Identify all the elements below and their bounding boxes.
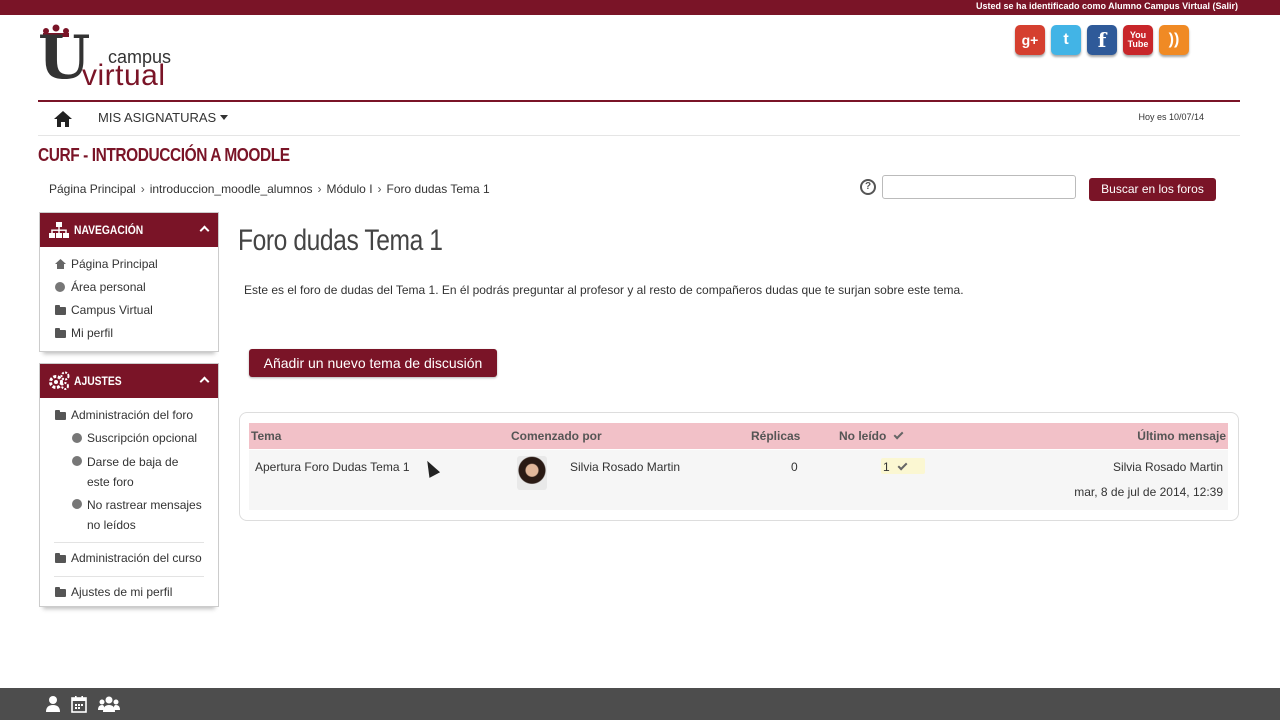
settings-item-label: Administración del curso bbox=[71, 551, 202, 565]
footer-bar bbox=[0, 688, 1280, 720]
settings-item-label: Darse de baja de este foro bbox=[87, 455, 179, 489]
youtube-icon-text-2: Tube bbox=[1127, 39, 1149, 49]
header-unread[interactable]: No leído bbox=[839, 429, 904, 443]
site-logo[interactable]: U campus virtual bbox=[38, 24, 198, 94]
bullet-icon bbox=[72, 499, 82, 509]
folder-icon bbox=[55, 587, 66, 597]
add-discussion-button[interactable]: Añadir un nuevo tema de discusión bbox=[249, 349, 497, 377]
login-info[interactable]: Usted se ha identificado como Alumno Cam… bbox=[976, 1, 1238, 11]
last-post-date[interactable]: mar, 8 de jul de 2014, 12:39 bbox=[1074, 485, 1223, 499]
settings-optional-subscription[interactable]: Suscripción opcional bbox=[54, 429, 204, 452]
settings-divider bbox=[54, 542, 204, 543]
folder-open-icon bbox=[55, 410, 66, 420]
settings-block-header[interactable]: AJUSTES bbox=[40, 364, 218, 398]
settings-item-label: No rastrear mensajes no leídos bbox=[87, 498, 202, 532]
chevron-up-icon[interactable] bbox=[199, 225, 210, 236]
header-topic[interactable]: Tema bbox=[251, 429, 281, 443]
navigation-block-title: NAVEGACIÓN bbox=[74, 223, 144, 237]
sitemap-icon bbox=[49, 222, 69, 238]
header-last-post[interactable]: Último mensaje bbox=[1137, 429, 1226, 443]
settings-profile[interactable]: Ajustes de mi perfil bbox=[54, 583, 204, 606]
avatar[interactable] bbox=[517, 456, 547, 490]
breadcrumb-course[interactable]: introduccion_moodle_alumnos bbox=[150, 182, 313, 196]
my-courses-menu[interactable]: MIS ASIGNATURAS bbox=[98, 110, 229, 125]
folder-icon bbox=[55, 305, 66, 315]
today-date: Hoy es 10/07/14 bbox=[1138, 112, 1204, 122]
group-icon[interactable] bbox=[98, 695, 120, 713]
settings-unsubscribe[interactable]: Darse de baja de este foro bbox=[54, 452, 204, 495]
social-links: g+ t f You Tube )) bbox=[1015, 25, 1189, 55]
unread-count-value: 1 bbox=[883, 460, 890, 474]
nav-item-my-profile[interactable]: Mi perfil bbox=[54, 324, 204, 347]
breadcrumb-separator: › bbox=[140, 182, 145, 196]
header-replies[interactable]: Réplicas bbox=[751, 429, 800, 443]
facebook-icon[interactable]: f bbox=[1087, 25, 1117, 55]
settings-item-label: Ajustes de mi perfil bbox=[71, 585, 173, 599]
nav-item-label: Mi perfil bbox=[71, 326, 114, 340]
bullet-icon bbox=[72, 433, 82, 443]
search-forums-button[interactable]: Buscar en los foros bbox=[1089, 178, 1216, 201]
breadcrumb-separator: › bbox=[377, 182, 382, 196]
breadcrumb-module[interactable]: Módulo I bbox=[327, 182, 373, 196]
bullet-icon bbox=[72, 456, 82, 466]
header-started-by[interactable]: Comenzado por bbox=[511, 429, 602, 443]
mark-read-icon[interactable] bbox=[897, 460, 908, 471]
rss-icon[interactable]: )) bbox=[1159, 25, 1189, 55]
logo-virtual: virtual bbox=[82, 59, 166, 92]
navigation-block-header[interactable]: NAVEGACIÓN bbox=[40, 213, 218, 247]
bullet-icon bbox=[55, 282, 65, 292]
calendar-icon[interactable] bbox=[70, 695, 88, 713]
settings-block-title: AJUSTES bbox=[74, 374, 122, 388]
settings-dont-track-unread[interactable]: No rastrear mensajes no leídos bbox=[54, 495, 204, 538]
nav-item-home[interactable]: Página Principal bbox=[54, 255, 204, 278]
navigation-block: NAVEGACIÓN Página Principal Área persona… bbox=[39, 212, 219, 352]
table-row: Apertura Foro Dudas Tema 1 Silvia Rosado… bbox=[249, 450, 1228, 510]
settings-forum-admin[interactable]: Administración del foro bbox=[54, 406, 204, 429]
my-courses-label: MIS ASIGNATURAS bbox=[98, 110, 217, 125]
replies-count[interactable]: 0 bbox=[791, 460, 798, 474]
nav-item-label: Campus Virtual bbox=[71, 303, 153, 317]
help-icon[interactable]: ? bbox=[860, 179, 876, 195]
forum-intro: Este es el foro de dudas del Tema 1. En … bbox=[244, 283, 964, 297]
header-unread-label: No leído bbox=[839, 429, 887, 443]
settings-item-label: Suscripción opcional bbox=[87, 431, 198, 445]
settings-block: AJUSTES Administración del foro Suscripc… bbox=[39, 363, 219, 607]
caret-down-icon bbox=[220, 115, 229, 120]
breadcrumb-separator: › bbox=[317, 182, 322, 196]
nav-item-label: Página Principal bbox=[71, 257, 158, 271]
folder-icon bbox=[55, 328, 66, 338]
google-plus-icon[interactable]: g+ bbox=[1015, 25, 1045, 55]
gears-icon bbox=[49, 371, 70, 390]
breadcrumb-forum[interactable]: Foro dudas Tema 1 bbox=[387, 182, 490, 196]
settings-course-admin[interactable]: Administración del curso bbox=[54, 549, 204, 572]
nav-item-campus-virtual[interactable]: Campus Virtual bbox=[54, 301, 204, 324]
folder-icon bbox=[55, 553, 66, 563]
forum-search-input[interactable] bbox=[882, 175, 1076, 199]
twitter-icon[interactable]: t bbox=[1051, 25, 1081, 55]
breadcrumb: Página Principal › introduccion_moodle_alu… bbox=[49, 182, 490, 196]
nav-item-label: Área personal bbox=[71, 280, 146, 294]
home-icon[interactable] bbox=[53, 110, 73, 128]
settings-divider bbox=[54, 576, 204, 577]
breadcrumb-home[interactable]: Página Principal bbox=[49, 182, 136, 196]
user-icon[interactable] bbox=[44, 695, 62, 713]
page-title: Foro dudas Tema 1 bbox=[238, 224, 443, 257]
unread-count[interactable]: 1 bbox=[883, 460, 908, 474]
discussion-table-header: Tema Comenzado por Réplicas No leído Últ… bbox=[249, 423, 1228, 449]
last-post-author[interactable]: Silvia Rosado Martin bbox=[1113, 460, 1223, 474]
chevron-up-icon[interactable] bbox=[199, 376, 210, 387]
nav-item-dashboard[interactable]: Área personal bbox=[54, 278, 204, 301]
course-title: CURF - INTRODUCCIÓN A MOODLE bbox=[38, 145, 290, 165]
top-bar: Usted se ha identificado como Alumno Cam… bbox=[0, 0, 1280, 15]
settings-item-label: Administración del foro bbox=[71, 408, 194, 422]
home-icon bbox=[55, 259, 66, 269]
check-icon[interactable] bbox=[893, 429, 904, 440]
discussion-author[interactable]: Silvia Rosado Martin bbox=[570, 460, 680, 474]
discussion-topic-link[interactable]: Apertura Foro Dudas Tema 1 bbox=[255, 460, 410, 474]
youtube-icon[interactable]: You Tube bbox=[1123, 25, 1153, 55]
main-navbar: MIS ASIGNATURAS Hoy es 10/07/14 bbox=[38, 102, 1240, 136]
